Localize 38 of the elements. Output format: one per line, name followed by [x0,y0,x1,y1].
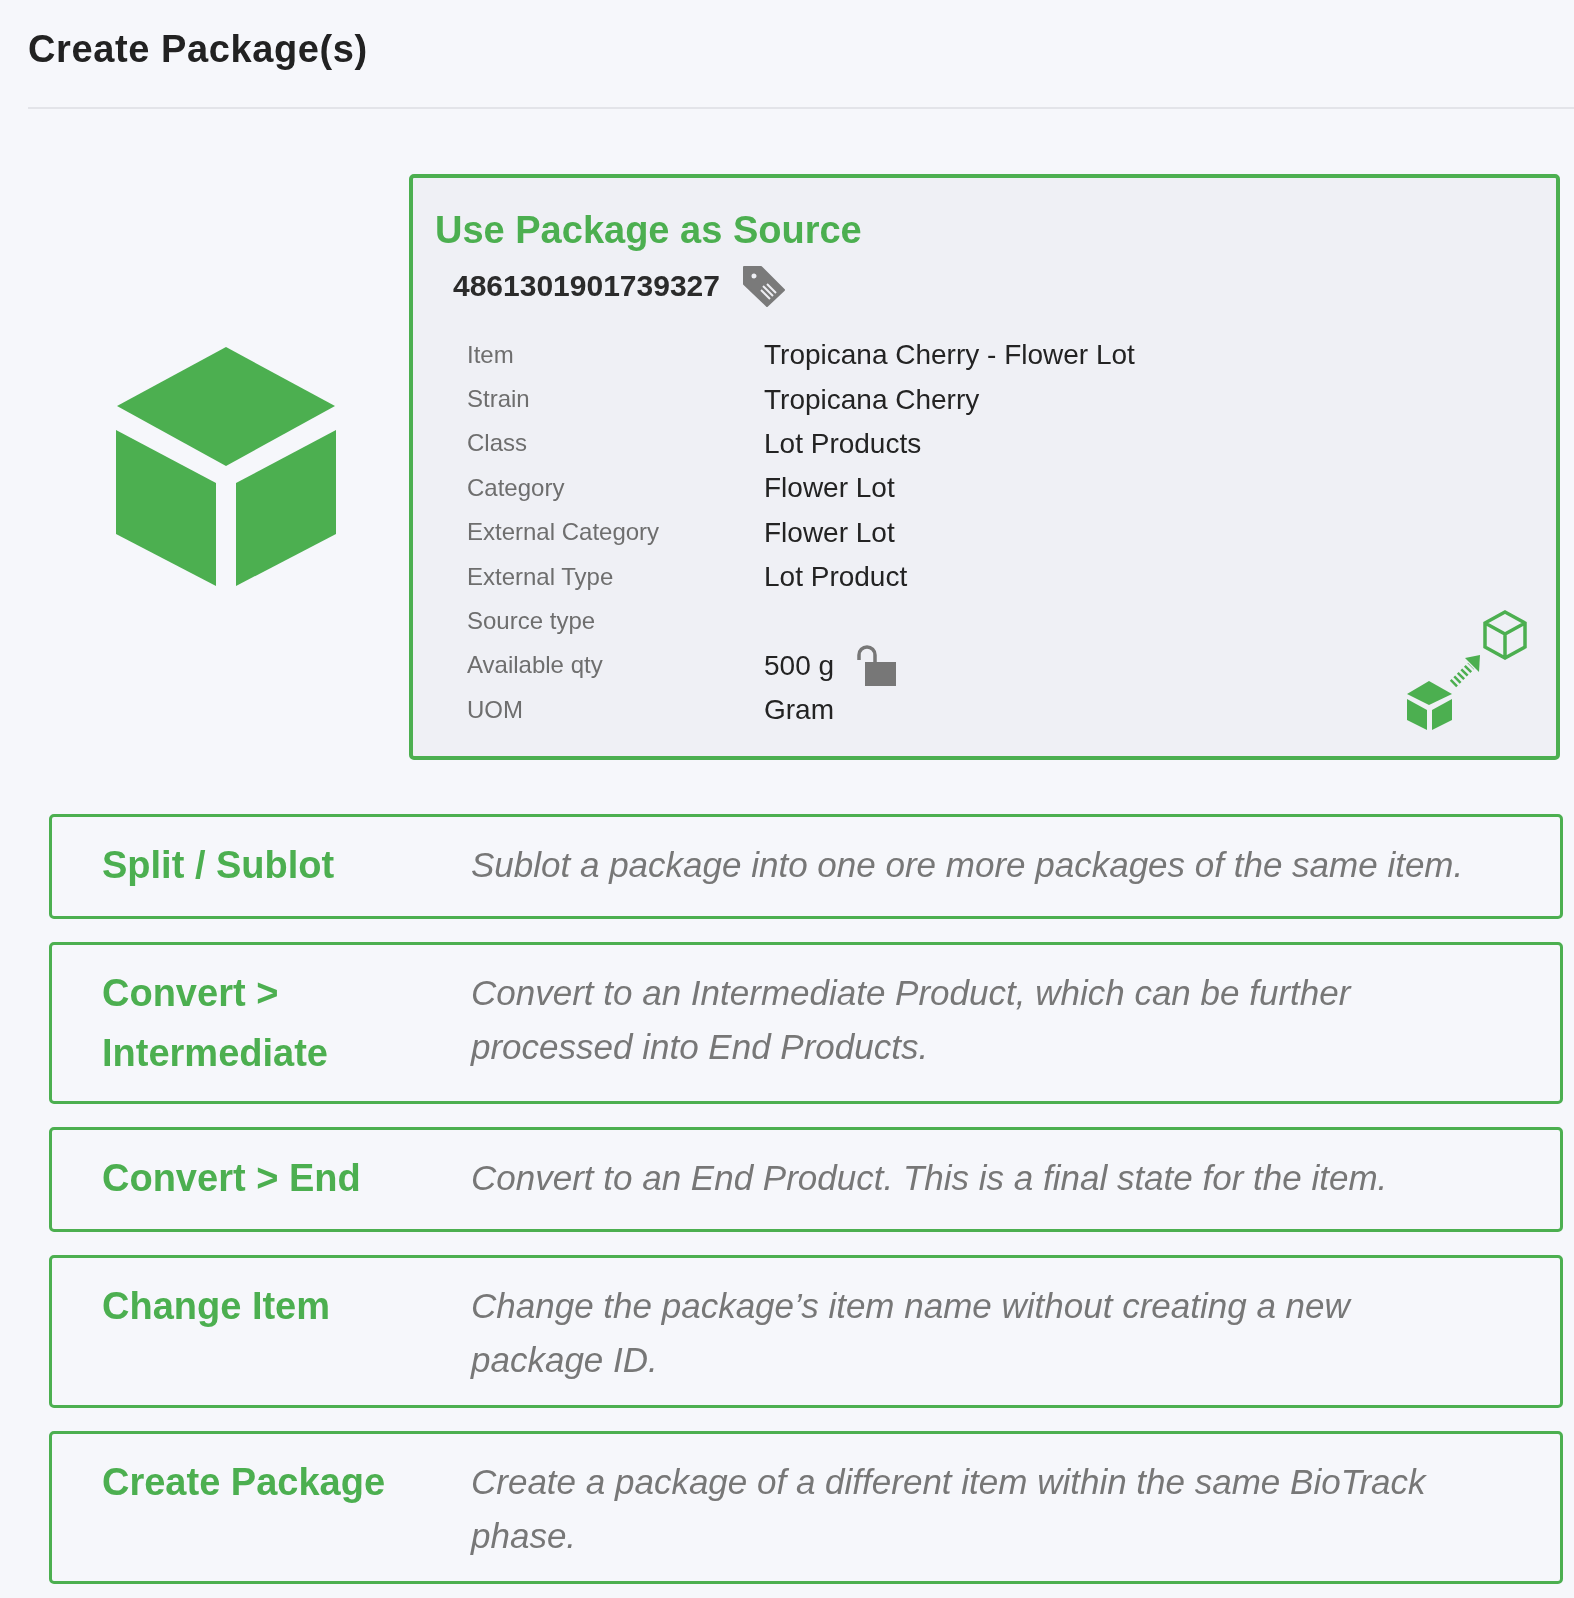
detail-value: Gram [764,694,834,727]
option-card[interactable]: Create Package Create a package of a different item within the same BioTrack phase. [49,1430,1563,1584]
option-description: Convert to an Intermediate Product, which can be further processed into End Products. [471,972,1351,1066]
option-description: Create a package of a different item within the same BioTrack phase. [471,1461,1426,1555]
cubes-arrow-icon [1405,608,1529,731]
option-title: Convert > End [102,1156,361,1199]
package-id: 4861301901739327 [453,268,720,304]
option-description: Convert to an End Product. This is a final state for the item. [471,1157,1388,1197]
detail-value: 500 g [764,649,835,682]
option-card[interactable]: Split / Sublot Sublot a package into one ore more packages of the same item. [49,813,1563,919]
detail-value: Tropicana Cherry [764,383,980,416]
detail-label: Source type [467,607,596,635]
option-title: Change Item [102,1284,331,1327]
option-description: Sublot a package into one ore more packages of the same item. [471,844,1464,884]
detail-value: Flower Lot [764,516,895,549]
tag-icon [741,265,786,307]
option-title: Split / Sublot [102,843,335,886]
option-description: Change the package’s item name without creating a new package ID. [471,1285,1350,1379]
cube-icon [115,346,337,588]
option-title: Create Package [102,1460,386,1503]
card-title: Use Package as Source [435,208,862,253]
detail-label: External Category [467,518,660,546]
detail-label: Category [467,473,565,501]
detail-value: Tropicana Cherry - Flower Lot [764,339,1135,372]
detail-label: Item [467,340,514,368]
detail-label: Strain [467,385,530,413]
detail-value: Lot Products [764,427,922,460]
detail-label: UOM [467,695,523,723]
option-card[interactable]: Convert > Intermediate Convert to an Intermediate Product, which can be further processed into End Products. [49,941,1563,1104]
detail-label: Available qty [467,651,603,679]
option-card[interactable]: Change Item Change the package’s item name without creating a new package ID. [49,1254,1563,1408]
detail-label: Class [467,429,527,457]
page-title: Create Package(s) [28,27,368,72]
option-title: Convert > Intermediate [102,971,328,1074]
option-card[interactable]: Convert > End Convert to an End Product. This is a final state for the item. [49,1126,1563,1232]
detail-label: External Type [467,562,614,590]
detail-value: Lot Product [764,561,908,594]
detail-value: Flower Lot [764,472,895,505]
